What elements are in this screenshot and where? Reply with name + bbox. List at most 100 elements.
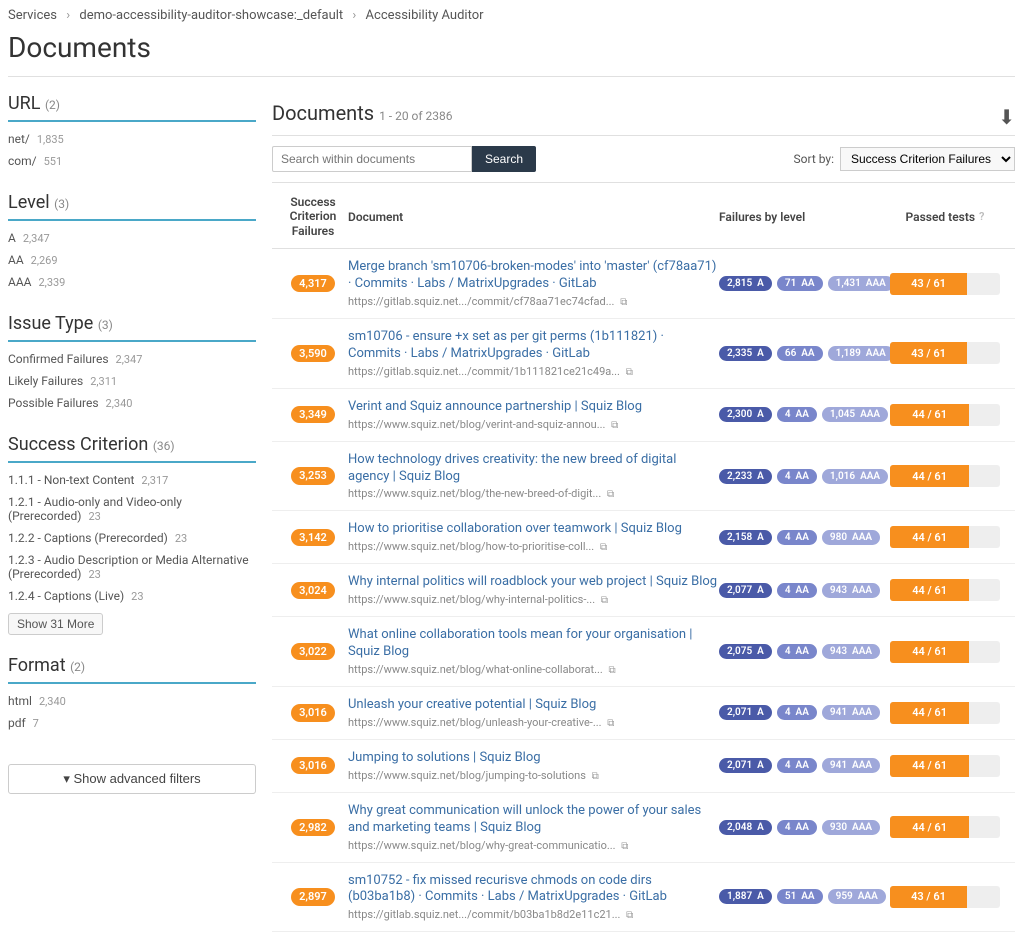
facet-item[interactable]: pdf 7 <box>8 712 256 734</box>
level-a-badge: 2,815 A <box>719 276 772 291</box>
download-icon[interactable]: ⬇ <box>998 105 1015 129</box>
scf-badge: 3,590 <box>291 345 335 362</box>
level-aa-badge: 4 AA <box>777 583 817 598</box>
table-row: 3,016Jumping to solutions | Squiz Bloght… <box>272 740 1015 793</box>
external-link-icon[interactable]: ⧉ <box>607 718 614 729</box>
external-link-icon[interactable]: ⧉ <box>626 910 633 921</box>
facet-block: Issue Type (3) Confirmed Failures 2,347Li… <box>8 313 256 414</box>
table-row: 2,897 sm10752 - fix missed recurisve chmo… <box>272 863 1015 933</box>
table-row: 3,016 Unleash your creative potential | S… <box>272 687 1015 740</box>
facet-header: Issue Type (3) <box>8 313 256 342</box>
level-aaa-badge: 980 AAA <box>822 530 880 545</box>
level-aaa-badge: 930 AAA <box>822 820 880 835</box>
show-more-button[interactable]: Show 31 More <box>8 613 103 635</box>
facet-block: Level (3) A 2,347AA 2,269AAA 2,339 <box>8 192 256 293</box>
external-link-icon[interactable]: ⧉ <box>609 665 616 676</box>
external-link-icon[interactable]: ⧉ <box>607 489 614 500</box>
passed-tests-bar: 43 / 61 <box>890 273 1000 295</box>
document-title-link[interactable]: Jumping to solutions | Squiz Blog <box>348 750 719 767</box>
level-aa-badge: 4 AA <box>777 469 817 484</box>
facet-item[interactable]: 1.1.1 - Non-text Content 2,317 <box>8 469 256 491</box>
document-title-link[interactable]: What online collaboration tools mean for… <box>348 627 719 661</box>
document-url: https://www.squiz.net/blog/unleash-your-… <box>348 716 719 729</box>
facet-item[interactable]: Confirmed Failures 2,347 <box>8 348 256 370</box>
col-header-scf[interactable]: Success Criterion Failures <box>282 195 344 238</box>
facet-block: Success Criterion (36) 1.1.1 - Non-text C… <box>8 434 256 635</box>
external-link-icon[interactable]: ⧉ <box>611 420 618 431</box>
facet-item[interactable]: AA 2,269 <box>8 249 256 271</box>
level-aaa-badge: 943 AAA <box>822 644 880 659</box>
document-title-link[interactable]: Why internal politics will roadblock you… <box>348 574 719 591</box>
help-icon[interactable]: ? <box>979 210 984 223</box>
divider <box>8 76 1015 77</box>
facet-item[interactable]: com/ 551 <box>8 150 256 172</box>
document-title-link[interactable]: How technology drives creativity: the ne… <box>348 452 719 486</box>
scf-badge: 2,982 <box>291 819 335 836</box>
scf-badge: 3,022 <box>291 643 335 660</box>
table-row: 3,349 Verint and Squiz announce partnersh… <box>272 389 1015 442</box>
facet-item[interactable]: Possible Failures 2,340 <box>8 392 256 414</box>
facet-item[interactable]: net/ 1,835 <box>8 128 256 150</box>
table-row: 3,590 sm10706 - ensure +x set as per git … <box>272 319 1015 389</box>
document-title-link[interactable]: Merge branch 'sm10706-broken-modes' into… <box>348 259 719 293</box>
facet-item[interactable]: 1.2.4 - Captions (Live) 23 <box>8 585 256 607</box>
level-a-badge: 1,887 A <box>719 889 772 904</box>
external-link-icon[interactable]: ⧉ <box>621 841 628 852</box>
sort-label: Sort by: <box>794 152 835 166</box>
facet-item[interactable]: html 2,340 <box>8 690 256 712</box>
document-title-link[interactable]: Unleash your creative potential | Squiz … <box>348 697 719 714</box>
table-header: Success Criterion Failures Document Fail… <box>272 183 1015 249</box>
level-aa-badge: 51 AA <box>777 889 823 904</box>
document-url: https://gitlab.squiz.net.../commit/1b111… <box>348 365 719 378</box>
level-aa-badge: 4 AA <box>777 820 817 835</box>
facet-item[interactable]: AAA 2,339 <box>8 271 256 293</box>
scf-badge: 2,897 <box>291 888 335 905</box>
document-title-link[interactable]: sm10706 - ensure +x set as per git perms… <box>348 329 719 363</box>
external-link-icon[interactable]: ⧉ <box>620 297 627 308</box>
external-link-icon[interactable]: ⧉ <box>592 771 599 782</box>
table-row: 3,253How technology drives creativity: t… <box>272 442 1015 512</box>
scf-badge: 3,349 <box>291 406 335 423</box>
document-title-link[interactable]: How to prioritise collaboration over tea… <box>348 521 719 538</box>
external-link-icon[interactable]: ⧉ <box>600 542 607 553</box>
scf-badge: 3,016 <box>291 704 335 721</box>
document-title-link[interactable]: Verint and Squiz announce partnership | … <box>348 399 719 416</box>
facet-header: Level (3) <box>8 192 256 221</box>
col-header-failures[interactable]: Failures by level <box>719 210 885 224</box>
level-aa-badge: 71 AA <box>777 276 823 291</box>
facet-item[interactable]: 1.2.1 - Audio-only and Video-only (Prere… <box>8 491 256 527</box>
facet-item[interactable]: A 2,347 <box>8 227 256 249</box>
facet-header: Success Criterion (36) <box>8 434 256 463</box>
document-title-link[interactable]: sm10752 - fix missed recurisve chmods on… <box>348 873 719 907</box>
passed-tests-bar: 44 / 61 <box>890 579 1000 601</box>
facet-item[interactable]: Likely Failures 2,311 <box>8 370 256 392</box>
level-aa-badge: 4 AA <box>777 705 817 720</box>
col-header-document[interactable]: Document <box>344 210 719 224</box>
external-link-icon[interactable]: ⧉ <box>626 367 633 378</box>
document-title-link[interactable]: Why great communication will unlock the … <box>348 803 719 837</box>
passed-tests-bar: 44 / 61 <box>890 526 1000 548</box>
panel-title: Documents <box>272 101 374 125</box>
breadcrumb-item[interactable]: demo-accessibility-auditor-showcase:_def… <box>79 8 343 23</box>
col-header-passed[interactable]: Passed tests ? <box>885 210 1005 224</box>
scf-badge: 3,024 <box>291 582 335 599</box>
sort-select[interactable]: Success Criterion Failures <box>840 147 1015 171</box>
document-url: https://www.squiz.net/blog/what-online-c… <box>348 663 719 676</box>
scf-badge: 3,142 <box>291 529 335 546</box>
search-button[interactable]: Search <box>472 146 536 172</box>
level-aaa-badge: 941 AAA <box>822 705 880 720</box>
external-link-icon[interactable]: ⧉ <box>601 595 608 606</box>
advanced-filters-button[interactable]: ▾ Show advanced filters <box>8 764 256 794</box>
search-input[interactable] <box>272 146 472 172</box>
result-range: 1 - 20 of 2386 <box>379 109 452 123</box>
scf-badge: 3,016 <box>291 757 335 774</box>
breadcrumb-item[interactable]: Services <box>8 8 57 23</box>
facet-item[interactable]: 1.2.3 - Audio Description or Media Alter… <box>8 549 256 585</box>
facet-item[interactable]: 1.2.2 - Captions (Prerecorded) 23 <box>8 527 256 549</box>
level-aaa-badge: 1,189 AAA <box>828 346 894 361</box>
level-aaa-badge: 1,431 AAA <box>828 276 894 291</box>
document-rows: 4,317Merge branch 'sm10706-broken-modes'… <box>272 249 1015 932</box>
breadcrumb-item[interactable]: Accessibility Auditor <box>366 8 484 23</box>
passed-tests-bar: 44 / 61 <box>890 702 1000 724</box>
search-row: Search Sort by: Success Criterion Failur… <box>272 136 1015 183</box>
